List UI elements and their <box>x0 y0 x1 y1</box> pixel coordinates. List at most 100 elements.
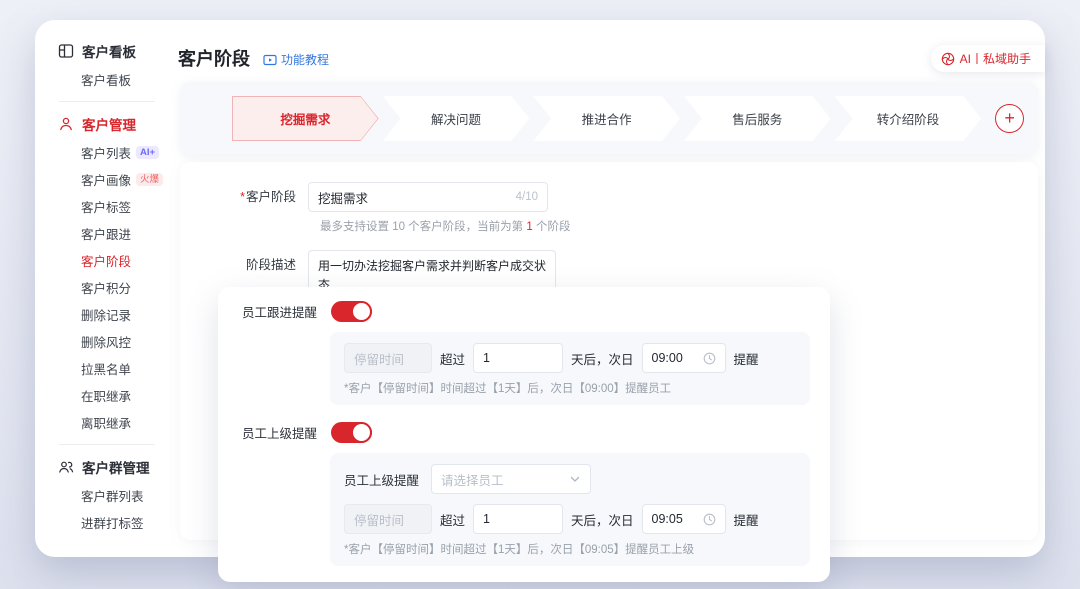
tutorial-link[interactable]: 功能教程 <box>263 51 329 68</box>
supervisor-reminder-header: 员工上级提醒 <box>242 420 810 444</box>
ai-logo-icon <box>941 52 955 66</box>
days-value: 1 <box>483 512 490 526</box>
sidebar-item-label: 客户阶段 <box>81 251 131 270</box>
remind-label: 提醒 <box>734 349 759 368</box>
days-input[interactable]: 1 <box>473 504 563 534</box>
after-label: 天后，次日 <box>571 349 634 368</box>
sidebar-item-label: 客户积分 <box>81 278 131 297</box>
reminder-settings-card: 员工跟进提醒 停留时间 超过 1 天后，次日 09:00 提醒 *客户【停留时间… <box>218 287 830 582</box>
sidebar-item-delete-risk[interactable]: 删除风控 <box>35 328 175 355</box>
supervisor-reminder-panel: 员工上级提醒 请选择员工 停留时间 超过 1 天后，次日 09:05 <box>330 453 810 566</box>
sidebar-item-label: 拉黑名单 <box>81 359 131 378</box>
sidebar-item-label: 客户群列表 <box>81 486 144 505</box>
clock-icon <box>703 513 716 526</box>
sidebar-item-customer-points[interactable]: 客户积分 <box>35 274 175 301</box>
stage-tab-label: 转介绍阶段 <box>877 109 940 128</box>
sidebar-item-group-tag[interactable]: 进群打标签 <box>35 509 175 536</box>
add-stage-button[interactable]: + <box>995 104 1024 133</box>
sidebar-item-group-list[interactable]: 客户群列表 <box>35 482 175 509</box>
sidebar-item-label: 删除记录 <box>81 305 131 324</box>
kanban-icon <box>58 43 74 59</box>
stage-tab-label: 售后服务 <box>732 109 782 128</box>
supervisor-reminder-rule-row: 停留时间 超过 1 天后，次日 09:05 提醒 <box>344 504 796 534</box>
sidebar-item-label: 进群打标签 <box>81 513 144 532</box>
supervisor-select[interactable]: 请选择员工 <box>431 464 591 494</box>
users-icon <box>58 459 74 475</box>
stay-time-placeholder: 停留时间 <box>354 510 404 529</box>
stage-name-helper: 最多支持设置 10 个客户阶段，当前为第 1 个阶段 <box>320 218 1038 234</box>
stage-tab-after-sales[interactable]: 售后服务 <box>684 96 831 141</box>
time-picker[interactable]: 09:05 <box>642 504 726 534</box>
stay-time-placeholder: 停留时间 <box>354 349 404 368</box>
time-picker[interactable]: 09:00 <box>642 343 726 373</box>
stage-tab-label: 解决问题 <box>431 109 481 128</box>
sidebar-item-kanban[interactable]: 客户看板 <box>35 66 175 93</box>
stage-tab-solve-problems[interactable]: 解决问题 <box>383 96 530 141</box>
sidebar-item-customer-tags[interactable]: 客户标签 <box>35 193 175 220</box>
stage-name-label: *客户阶段 <box>180 182 308 212</box>
staff-reminder-toggle[interactable] <box>331 301 372 322</box>
stage-tab-push-cooperation[interactable]: 推进合作 <box>533 96 680 141</box>
sidebar-item-label: 客户标签 <box>81 197 131 216</box>
toggle-knob <box>351 422 372 443</box>
sidebar-item-customer-followup[interactable]: 客户跟进 <box>35 220 175 247</box>
stay-time-input[interactable]: 停留时间 <box>344 343 432 373</box>
ai-assistant-button[interactable]: AI丨私域助手 <box>931 45 1045 72</box>
sidebar-item-onjob-inherit[interactable]: 在职继承 <box>35 382 175 409</box>
stage-name-value: 挖掘需求 <box>318 188 368 207</box>
stage-tab-referral[interactable]: 转介绍阶段 <box>835 96 982 141</box>
tutorial-link-label: 功能教程 <box>281 51 329 68</box>
plus-icon: + <box>1004 109 1015 127</box>
days-value: 1 <box>483 351 490 365</box>
required-asterisk: * <box>240 190 245 204</box>
clock-icon <box>703 352 716 365</box>
supervisor-reminder-toggle[interactable] <box>331 422 372 443</box>
supervisor-reminder-label: 员工上级提醒 <box>242 423 317 442</box>
sidebar-divider <box>59 101 155 102</box>
sidebar-section-label: 客户群管理 <box>82 457 150 477</box>
sidebar-item-customer-list[interactable]: 客户列表 AI+ <box>35 139 175 166</box>
sidebar-item-label: 客户列表 <box>81 143 131 162</box>
sidebar-item-label: 客户跟进 <box>81 224 131 243</box>
char-counter: 4/10 <box>516 191 538 203</box>
staff-reminder-label: 员工跟进提醒 <box>242 302 317 321</box>
days-input[interactable]: 1 <box>473 343 563 373</box>
sidebar: 客户看板 客户看板 客户管理 客户列表 AI+ 客户画像 火爆 客户标签 客户跟… <box>35 20 175 557</box>
sidebar-section-label: 客户看板 <box>82 41 136 61</box>
ai-badge: AI+ <box>136 146 159 159</box>
sidebar-item-resign-inherit[interactable]: 离职继承 <box>35 409 175 436</box>
sidebar-section-group-mgmt[interactable]: 客户群管理 <box>35 452 175 482</box>
sidebar-section-kanban[interactable]: 客户看板 <box>35 36 175 66</box>
stage-name-input[interactable]: 挖掘需求 4/10 <box>308 182 548 212</box>
sidebar-item-blacklist[interactable]: 拉黑名单 <box>35 355 175 382</box>
toggle-knob <box>351 301 372 322</box>
page-title: 客户阶段 <box>178 45 250 71</box>
after-label: 天后，次日 <box>571 510 634 529</box>
sidebar-item-label: 删除风控 <box>81 332 131 351</box>
sidebar-item-label: 客户画像 <box>81 170 131 189</box>
sidebar-section-customer-mgmt[interactable]: 客户管理 <box>35 109 175 139</box>
over-label: 超过 <box>440 349 465 368</box>
staff-reminder-rule-row: 停留时间 超过 1 天后，次日 09:00 提醒 <box>344 343 796 373</box>
tutorial-icon <box>263 53 277 67</box>
sidebar-item-label: 在职继承 <box>81 386 131 405</box>
supervisor-select-placeholder: 请选择员工 <box>441 470 504 489</box>
supervisor-reminder-helper: *客户【停留时间】时间超过【1天】后，次日【09:05】提醒员工上级 <box>344 541 796 557</box>
stage-tab-label: 挖掘需求 <box>280 109 330 128</box>
app-window: 客户看板 客户看板 客户管理 客户列表 AI+ 客户画像 火爆 客户标签 客户跟… <box>35 20 1045 557</box>
over-label: 超过 <box>440 510 465 529</box>
stage-tab-dig-needs[interactable]: 挖掘需求 <box>232 96 379 141</box>
stay-time-input[interactable]: 停留时间 <box>344 504 432 534</box>
staff-reminder-header: 员工跟进提醒 <box>242 299 810 323</box>
stage-tab-label: 推进合作 <box>582 109 632 128</box>
sidebar-item-delete-records[interactable]: 删除记录 <box>35 301 175 328</box>
staff-reminder-helper: *客户【停留时间】时间超过【1天】后，次日【09:00】提醒员工 <box>344 380 796 396</box>
sidebar-item-label: 离职继承 <box>81 413 131 432</box>
remind-label: 提醒 <box>734 510 759 529</box>
user-icon <box>58 116 74 132</box>
supervisor-select-row: 员工上级提醒 请选择员工 <box>344 464 796 494</box>
sidebar-item-customer-profile[interactable]: 客户画像 火爆 <box>35 166 175 193</box>
sidebar-item-customer-stage[interactable]: 客户阶段 <box>35 247 175 274</box>
sidebar-divider <box>59 444 155 445</box>
hot-badge: 火爆 <box>136 173 163 186</box>
